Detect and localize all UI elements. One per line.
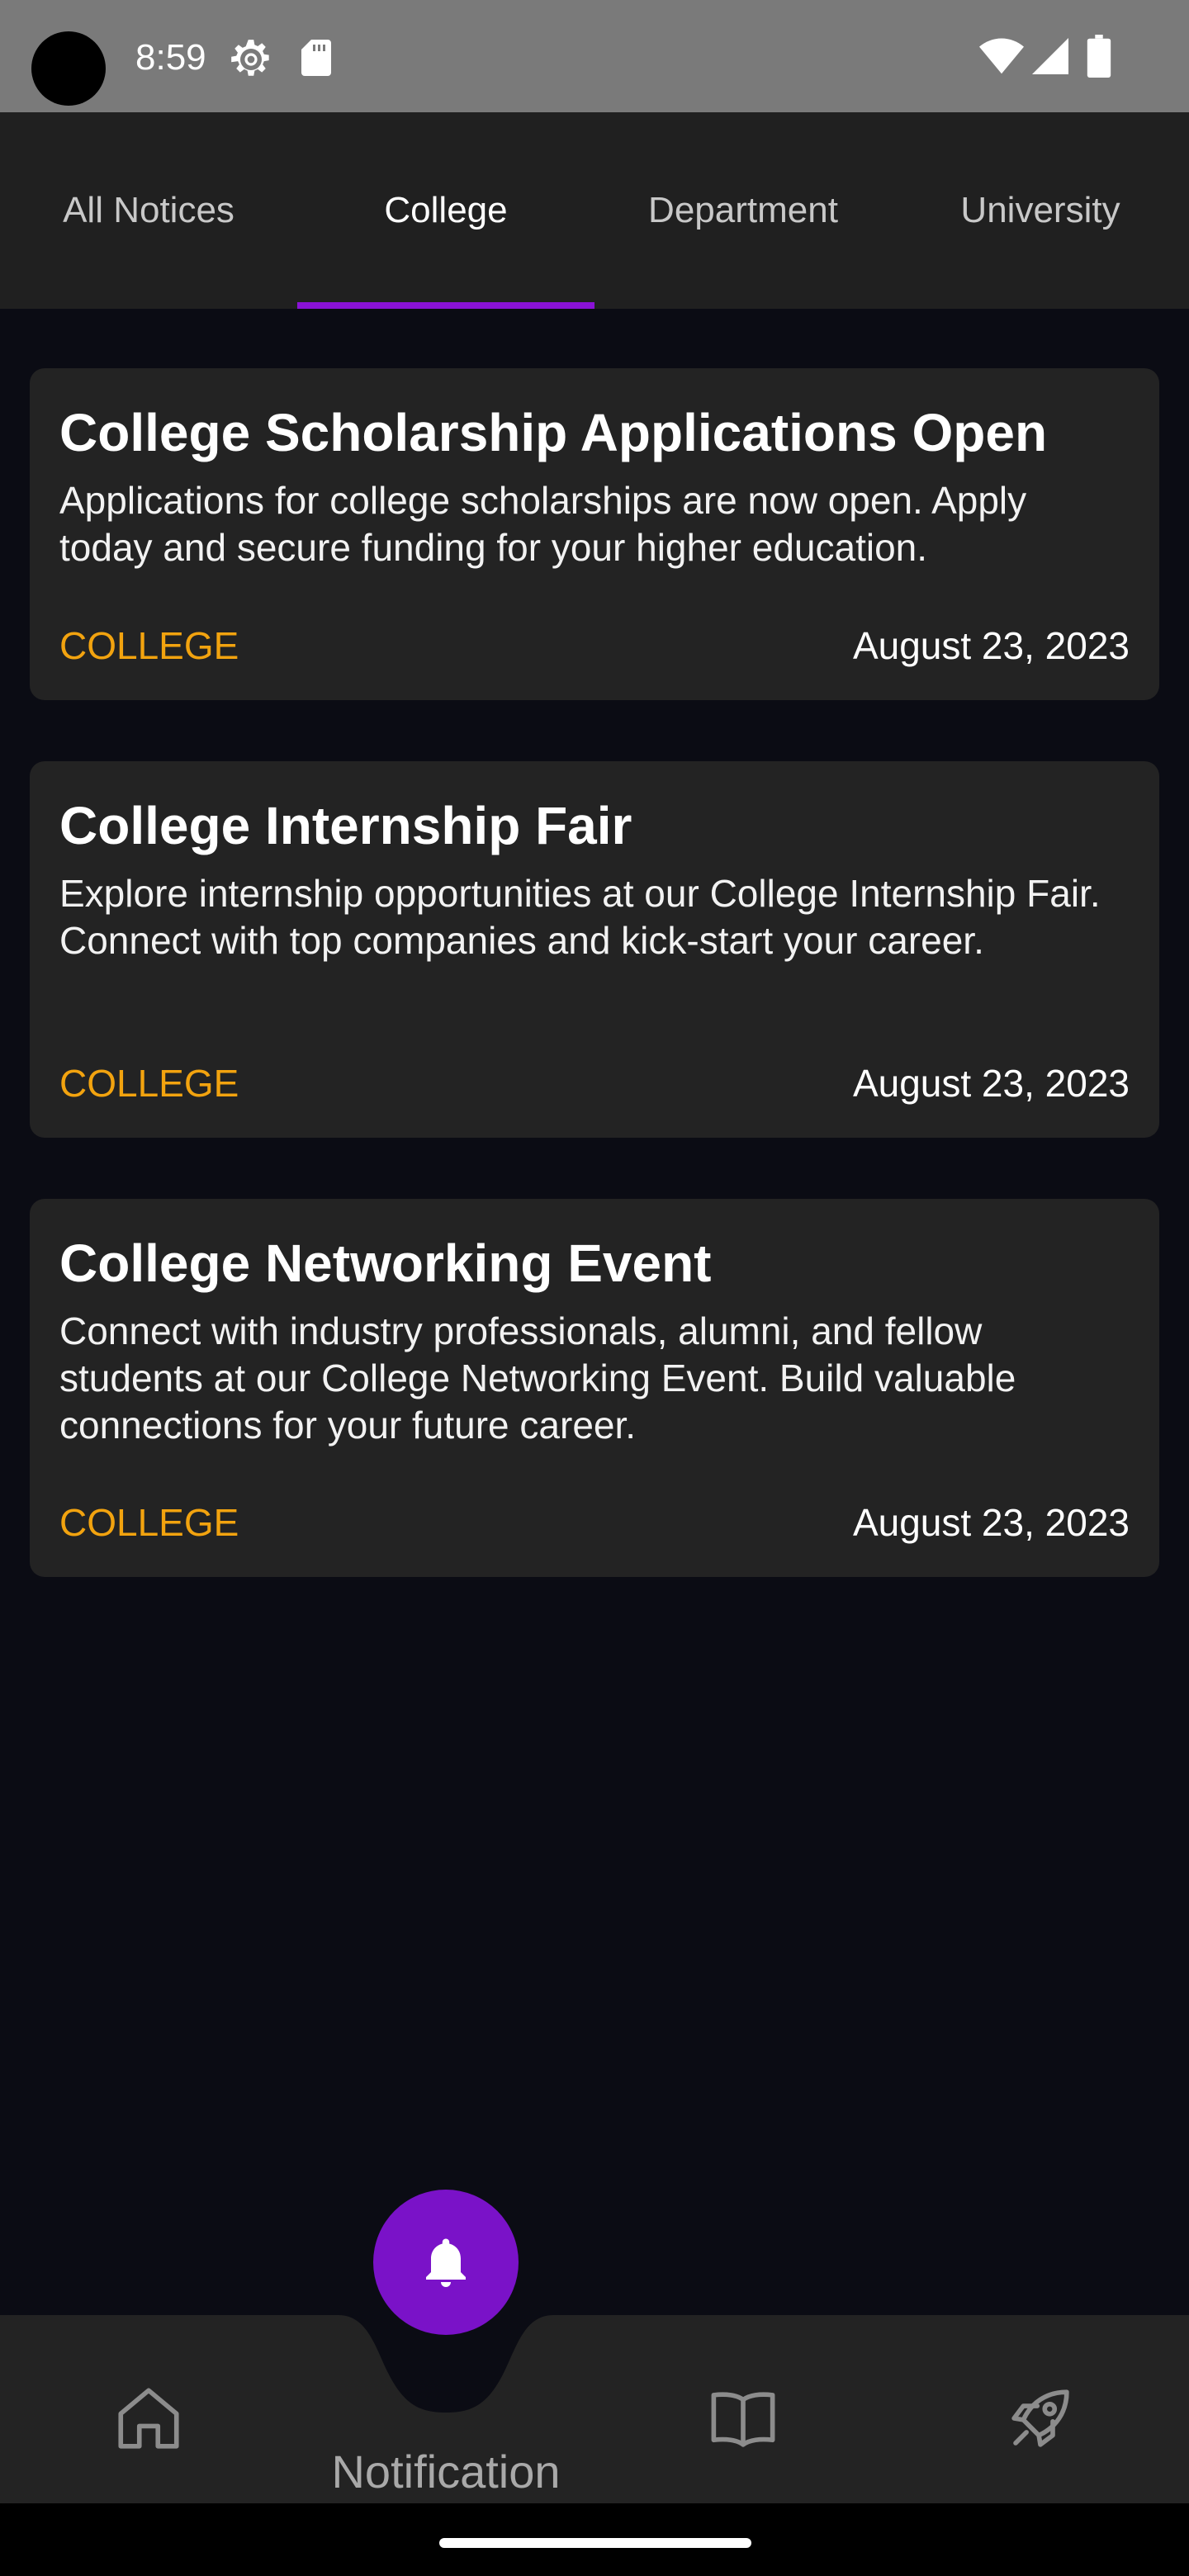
notice-footer: COLLEGE August 23, 2023: [59, 1058, 1130, 1108]
notice-card[interactable]: College Networking Event Connect with in…: [30, 1199, 1159, 1577]
notice-card[interactable]: College Internship Fair Explore internsh…: [30, 761, 1159, 1138]
bell-icon: [426, 2238, 466, 2287]
notice-title: College Networking Event: [59, 1234, 712, 1293]
rocket-icon: [1011, 2389, 1069, 2447]
notice-category-tag: COLLEGE: [59, 1501, 239, 1544]
notice-body: Explore internship opportunities at our …: [59, 872, 1101, 962]
home-gesture-pill[interactable]: [439, 2538, 751, 2548]
settings-gear-icon: [231, 40, 269, 76]
nav-item-book[interactable]: [594, 2315, 892, 2503]
notice-footer: COLLEGE August 23, 2023: [59, 1498, 1130, 1547]
notice-date: August 23, 2023: [852, 1501, 1130, 1544]
status-time: 8:59: [135, 37, 206, 78]
notice-card[interactable]: College Scholarship Applications Open Ap…: [30, 368, 1159, 700]
home-icon: [118, 2388, 179, 2449]
book-icon: [711, 2392, 775, 2447]
nav-item-home[interactable]: [0, 2315, 297, 2503]
status-bar: 8:59: [0, 0, 1189, 112]
nav-label-notification: Notification: [331, 2446, 561, 2498]
tab-all-notices[interactable]: All Notices: [0, 112, 297, 309]
notice-title: College Scholarship Applications Open: [59, 403, 1048, 462]
notice-footer: COLLEGE August 23, 2023: [59, 621, 1130, 670]
notice-date: August 23, 2023: [852, 624, 1130, 667]
tab-bar: All Notices College Department Universit…: [0, 112, 1189, 309]
sd-card-icon: [301, 40, 331, 76]
bottom-navigation: Notification: [0, 2315, 1189, 2503]
notice-category-tag: COLLEGE: [59, 624, 239, 667]
notification-fab[interactable]: [373, 2190, 519, 2335]
tab-college[interactable]: College: [297, 112, 594, 309]
system-navigation-bar: [0, 2503, 1189, 2576]
active-tab-indicator: [297, 302, 594, 309]
notice-body: Connect with industry professionals, alu…: [59, 1309, 1016, 1447]
tab-department[interactable]: Department: [594, 112, 892, 309]
nav-item-notification[interactable]: Notification: [297, 2315, 594, 2503]
notice-body: Applications for college scholarships ar…: [59, 479, 1027, 569]
camera-cutout: [31, 31, 106, 106]
notice-category-tag: COLLEGE: [59, 1062, 239, 1105]
wifi-icon: [979, 38, 1024, 74]
notice-date: August 23, 2023: [852, 1062, 1130, 1105]
notice-title: College Internship Fair: [59, 796, 632, 855]
cell-signal-icon: [1032, 38, 1068, 74]
nav-item-rocket[interactable]: [892, 2315, 1189, 2503]
tab-university[interactable]: University: [892, 112, 1189, 309]
battery-icon: [1087, 35, 1111, 78]
